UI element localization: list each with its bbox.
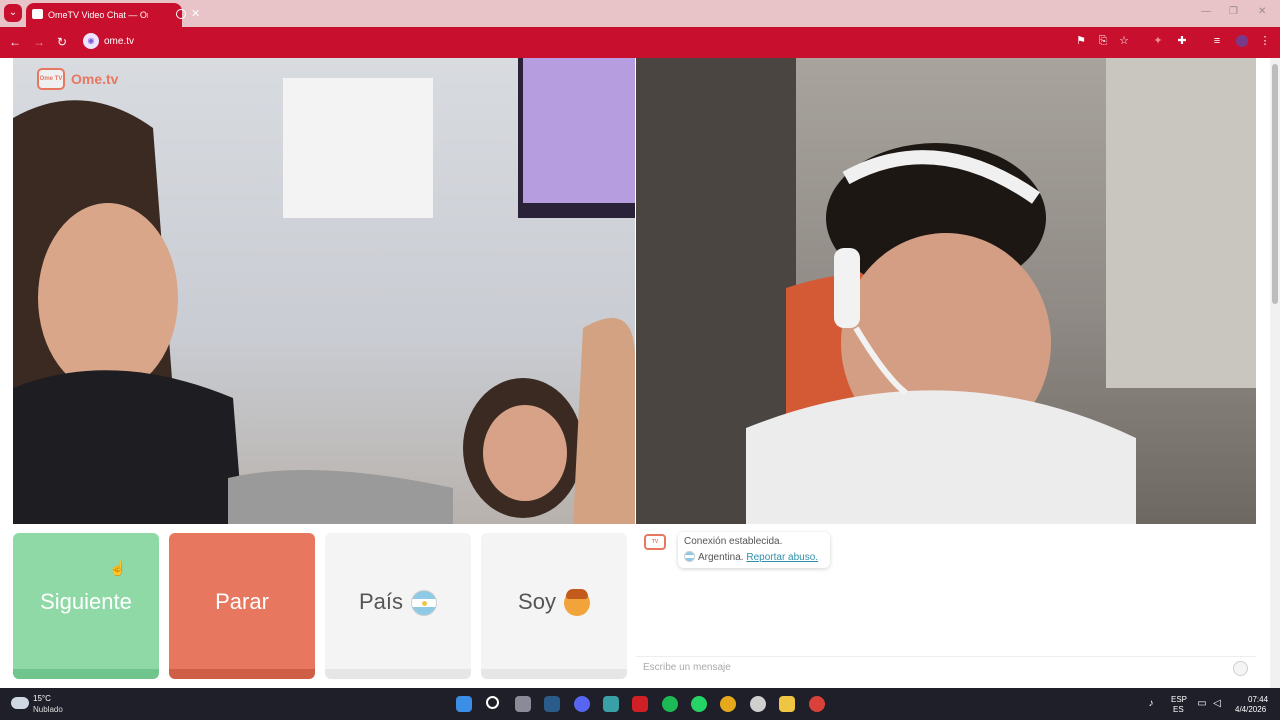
address-bar[interactable]: ome.tv: [104, 36, 134, 47]
reload-icon[interactable]: ↻: [57, 35, 67, 49]
settings-icon[interactable]: [750, 696, 766, 712]
mouse-cursor-icon: ☝: [109, 560, 126, 576]
second-person-face: [483, 405, 567, 501]
discord-icon[interactable]: [574, 696, 590, 712]
reading-list-icon[interactable]: ≡: [1211, 35, 1223, 47]
stranger-video: Ome TV Ome.tv: [13, 58, 635, 524]
chrome-profile-icon[interactable]: [809, 696, 825, 712]
tab-bar: ⌄ OmeTV Video Chat — Ome ✕ — ❐ ✕: [0, 0, 1280, 27]
taskbar: 15°C Nublado ♪ ESP ES ▭ ◁ 07:44 4/4/2026: [0, 688, 1280, 720]
tv-display: [523, 58, 635, 203]
partner-country-line: Argentina. Reportar abuso.: [684, 551, 824, 566]
site-info-icon[interactable]: ◉: [83, 33, 99, 49]
search-icon[interactable]: [486, 696, 499, 709]
ometv-badge-icon: Ome TV: [37, 68, 65, 90]
headset-earcup: [834, 248, 860, 328]
network-icon[interactable]: ▭: [1197, 698, 1207, 709]
gender-button[interactable]: Soy: [481, 533, 627, 679]
chrome-icon[interactable]: [720, 696, 736, 712]
self-video-frame: [636, 58, 1256, 524]
tab-title: OmeTV Video Chat — Ome: [48, 10, 148, 20]
recording-icon: [176, 9, 186, 19]
tab-search-button[interactable]: ⌄: [4, 4, 22, 22]
clock-date[interactable]: 4/4/2026: [1235, 705, 1266, 714]
system-message: Conexión establecida. Argentina. Reporta…: [678, 532, 830, 568]
browser-menu-icon[interactable]: ⋮: [1259, 35, 1271, 47]
keyboard-layout[interactable]: ES: [1173, 705, 1184, 714]
volume-icon[interactable]: ◁: [1212, 698, 1222, 709]
bright-wall: [1106, 58, 1256, 388]
self-video: [636, 58, 1256, 524]
person-face: [38, 203, 178, 393]
netflix-icon[interactable]: [632, 696, 648, 712]
gender-button-label: Soy: [518, 589, 556, 614]
language-code[interactable]: ESP: [1171, 695, 1187, 704]
argentina-flag-small-icon: [684, 551, 695, 562]
translate-icon[interactable]: ⚑: [1075, 35, 1087, 47]
file-explorer-icon[interactable]: [779, 696, 795, 712]
scrollbar-thumb[interactable]: [1272, 64, 1278, 304]
start-windows-icon[interactable]: [456, 696, 472, 712]
tab-close-icon[interactable]: ✕: [191, 7, 200, 20]
extensions-puzzle-icon[interactable]: ✚: [1176, 35, 1188, 47]
steam-icon[interactable]: [544, 696, 560, 712]
clock-time[interactable]: 07:44: [1248, 695, 1268, 704]
photos-app-icon[interactable]: [603, 696, 619, 712]
emoji-picker-icon[interactable]: [1233, 661, 1248, 676]
weather-condition[interactable]: Nublado: [33, 705, 63, 714]
bookmark-star-icon[interactable]: ☆: [1118, 35, 1130, 47]
stop-button-label: Parar: [215, 589, 269, 614]
person-tshirt: [746, 390, 1136, 524]
task-view-icon[interactable]: [515, 696, 531, 712]
browser-tab[interactable]: OmeTV Video Chat — Ome ✕: [26, 3, 200, 27]
boy-face-icon: [563, 589, 590, 617]
extension-icon[interactable]: ✦: [1152, 35, 1164, 47]
person-shirt: [13, 370, 243, 524]
message-input[interactable]: Escribe un mensaje: [636, 656, 1256, 682]
chat-panel: TV Conexión establecida. Argentina. Repo…: [636, 524, 1256, 688]
stranger-video-frame: [13, 58, 635, 524]
country-button[interactable]: País: [325, 533, 471, 679]
report-abuse-link[interactable]: Reportar abuso.: [746, 552, 818, 563]
page-content: Ome TV Ome.tv Siguiente Parar País Soy ☝…: [0, 58, 1280, 688]
minimize-icon[interactable]: —: [1201, 6, 1211, 17]
next-button[interactable]: Siguiente: [13, 533, 159, 679]
third-person-arm: [573, 318, 635, 524]
connection-status: Conexión establecida.: [684, 536, 783, 547]
cloud-weather-icon[interactable]: [11, 697, 29, 709]
message-input-placeholder: Escribe un mensaje: [643, 662, 731, 673]
browser-toolbar: ← → ↻: [0, 27, 1280, 58]
sofa: [228, 470, 453, 524]
profile-avatar[interactable]: [1236, 35, 1248, 47]
page-scrollbar[interactable]: [1270, 58, 1280, 688]
whatsapp-icon[interactable]: [691, 696, 707, 712]
microphone-icon[interactable]: ♪: [1146, 698, 1156, 709]
stop-button[interactable]: Parar: [169, 533, 315, 679]
forward-icon[interactable]: →: [33, 35, 45, 49]
wall-shelf: [283, 78, 433, 218]
weather-temperature[interactable]: 15°C: [33, 694, 51, 703]
argentina-flag-icon: [411, 590, 438, 617]
ometv-favicon-icon: [32, 9, 43, 19]
ometv-chat-avatar-icon: TV: [644, 534, 666, 550]
ometv-logo-text: Ome.tv: [71, 71, 119, 87]
install-app-icon[interactable]: ⎘: [1097, 35, 1109, 47]
maximize-icon[interactable]: ❐: [1229, 6, 1238, 17]
back-icon[interactable]: ←: [9, 35, 21, 49]
country-button-label: País: [358, 589, 404, 614]
partner-country: Argentina.: [698, 552, 744, 563]
window-close-icon[interactable]: ✕: [1258, 6, 1266, 17]
next-button-label: Siguiente: [40, 589, 132, 614]
spotify-icon[interactable]: [662, 696, 678, 712]
